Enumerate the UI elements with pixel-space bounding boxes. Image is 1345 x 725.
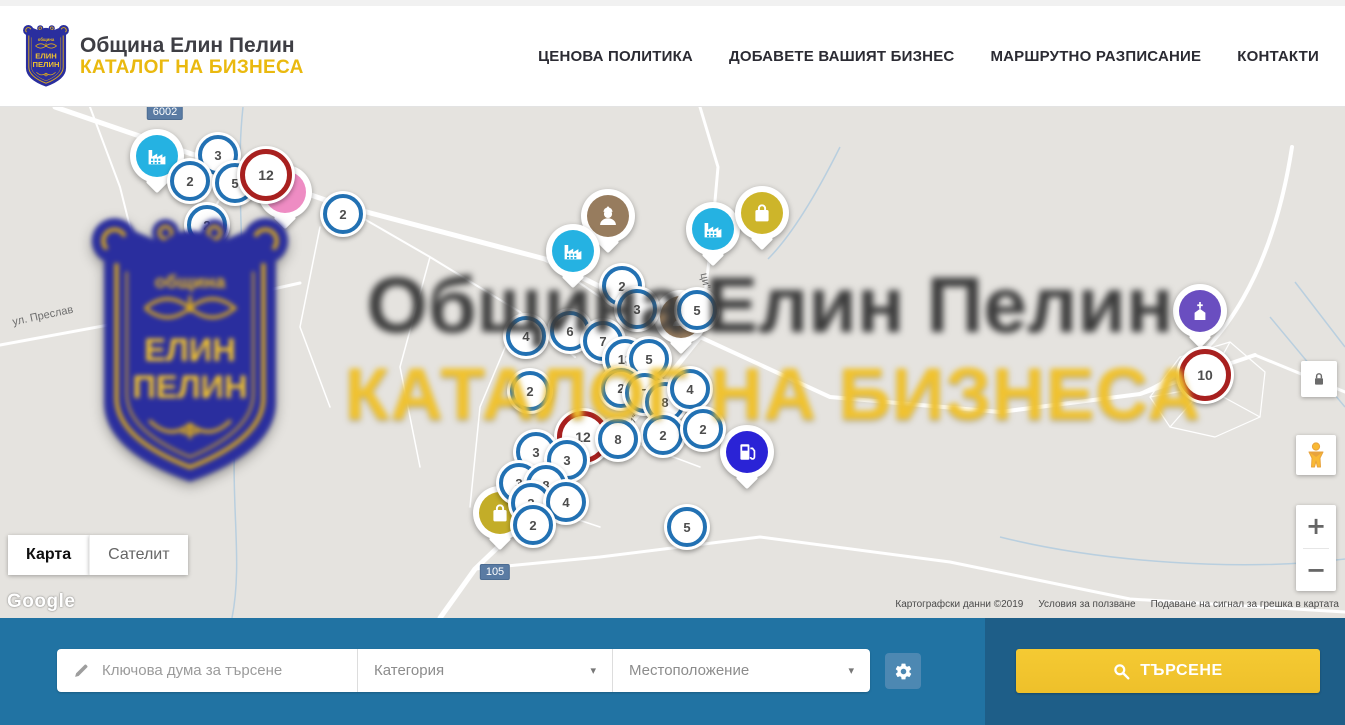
search-group: Категория ▾ Местоположение ▾ [57,649,870,692]
cluster-marker[interactable]: 2 [680,406,726,452]
cluster-marker[interactable]: 2 [320,191,366,237]
lock-button[interactable] [1301,361,1337,397]
attribution-link-1[interactable]: Картографски данни ©2019 [895,599,1023,610]
site-subtitle: КАТАЛОГ НА БИЗНЕСА [80,57,304,78]
church-icon [1179,290,1221,332]
gear-icon [894,662,913,681]
cluster-marker[interactable]: 12 [237,146,295,204]
pegman-icon [1305,442,1327,468]
search-icon [1113,663,1130,680]
cluster-marker[interactable]: 4 [503,313,549,359]
search-button-label: ТЪРСЕНЕ [1140,662,1223,680]
lock-icon [1311,371,1327,387]
location-select-value: Местоположение [629,662,749,679]
cluster-count: 3 [617,289,657,329]
crest-text-top: община [38,37,55,42]
chevron-down-icon: ▾ [590,664,596,677]
factory-icon [552,230,594,272]
cluster-marker[interactable]: 8 [595,416,641,462]
municipality-crest-icon: община ЕЛИН ПЕЛИН [22,24,70,88]
cluster-marker[interactable]: 2 [167,158,213,204]
cluster-marker[interactable]: 2 [640,412,686,458]
keyword-input[interactable] [100,661,357,680]
cluster-marker[interactable]: 2 [184,202,230,248]
zoom-control: + − [1296,505,1336,591]
road-number-label: 6002 [147,107,183,120]
cluster-marker[interactable]: 2 [510,502,556,548]
cluster-marker[interactable]: 2 [507,368,553,414]
chevron-down-icon: ▾ [848,664,854,677]
attribution-link-3[interactable]: Подаване на сигнал за грешка в картата [1151,599,1339,610]
cluster-count: 2 [187,205,227,245]
road-number-label: 105 [480,564,510,580]
attribution-link-2[interactable]: Условия за ползване [1038,599,1135,610]
keyword-section [57,649,357,692]
google-logo[interactable]: Google [7,591,75,613]
zoom-out-button[interactable]: − [1296,549,1336,592]
street-view-pegman[interactable] [1296,435,1336,475]
cluster-count: 2 [643,415,683,455]
site-title: Община Елин Пелин [80,34,304,58]
logo-text: Община Елин Пелин КАТАЛОГ НА БИЗНЕСА [80,34,304,79]
category-pin[interactable] [686,202,740,256]
map-type-satellite-button[interactable]: Сателит [89,535,187,575]
cluster-count: 8 [598,419,638,459]
map-canvas[interactable]: ул. Преславбул. „Новоселци“ци“ 6002105 3… [0,107,1345,618]
category-select[interactable]: Категория ▾ [357,649,612,692]
cluster-count: 12 [240,149,292,201]
settings-button[interactable] [885,653,921,689]
pencil-icon [73,662,90,679]
cluster-marker[interactable]: 5 [674,287,720,333]
factory-icon [692,208,734,250]
cluster-marker[interactable]: 4 [667,366,713,412]
search-bar: ТЪРСЕНЕ Категория ▾ Местоположение ▾ [0,618,1345,725]
nav-item-3[interactable]: МАРШРУТНО РАЗПИСАНИЕ [990,48,1201,65]
cluster-count: 4 [670,369,710,409]
cluster-marker[interactable]: 10 [1176,346,1234,404]
nav-item-1[interactable]: ЦЕНОВА ПОЛИТИКА [538,48,693,65]
site-logo[interactable]: община ЕЛИН ПЕЛИН Община Елин Пелин КАТА… [22,24,304,88]
shopping-bag-icon [741,192,783,234]
cluster-marker[interactable]: 3 [614,286,660,332]
cluster-count: 2 [323,194,363,234]
results-panel: ТЪРСЕНЕ [985,618,1345,725]
category-pin[interactable] [720,425,774,479]
category-pin[interactable] [546,224,600,278]
map-type-control: Карта Сателит [8,535,188,575]
cluster-count: 5 [667,507,707,547]
cluster-count: 5 [677,290,717,330]
cluster-marker[interactable]: 5 [664,504,710,550]
nav-item-2[interactable]: ДОБАВЕТЕ ВАШИЯТ БИЗНЕС [729,48,954,65]
cluster-count: 2 [170,161,210,201]
zoom-in-button[interactable]: + [1296,505,1336,548]
cluster-count: 4 [506,316,546,356]
map-attribution: Картографски данни ©2019 Условия за ползв… [895,599,1339,610]
cluster-count: 2 [513,505,553,545]
location-select[interactable]: Местоположение ▾ [612,649,870,692]
category-pin[interactable] [1173,284,1227,338]
map-type-map-button[interactable]: Карта [8,535,89,575]
nav-item-4[interactable]: КОНТАКТИ [1237,48,1319,65]
header: община ЕЛИН ПЕЛИН Община Елин Пелин КАТА… [0,0,1345,107]
page: община ЕЛИН ПЕЛИН Община Елин Пелин КАТА… [0,0,1345,725]
category-select-value: Категория [374,662,444,679]
cluster-count: 2 [510,371,550,411]
category-pin[interactable] [735,186,789,240]
fuel-icon [726,431,768,473]
cluster-count: 2 [683,409,723,449]
crest-text-line2: ПЕЛИН [33,60,60,69]
worker-icon [587,195,629,237]
cluster-count: 10 [1179,349,1231,401]
main-nav: ЦЕНОВА ПОЛИТИКА ДОБАВЕТЕ ВАШИЯТ БИЗНЕС МАР… [538,48,1319,65]
crest-text-line1: ЕЛИН [35,51,56,60]
search-button[interactable]: ТЪРСЕНЕ [1016,649,1320,693]
